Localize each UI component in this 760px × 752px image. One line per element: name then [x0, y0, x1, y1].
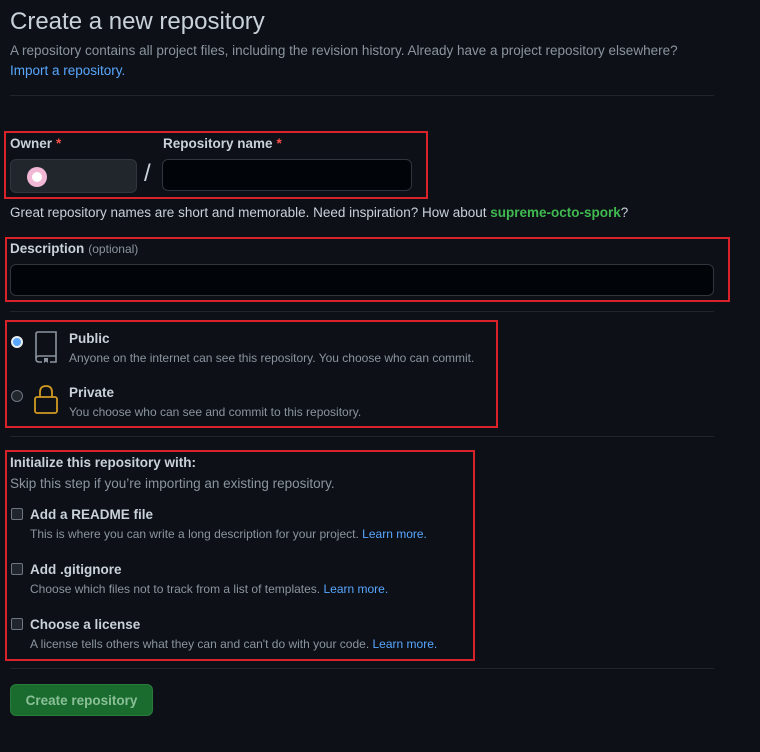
create-repository-button[interactable]: Create repository [10, 684, 153, 716]
page-header: Create a new repository A repository con… [10, 0, 714, 81]
divider [10, 311, 714, 312]
import-repository-link[interactable]: Import a repository. [10, 63, 125, 78]
annotation-box-description [5, 237, 730, 302]
annotation-box-initialize [5, 450, 475, 661]
page-title: Create a new repository [10, 8, 265, 35]
divider [10, 668, 714, 669]
repository-name-hint: Great repository names are short and mem… [10, 205, 629, 220]
annotation-box-visibility [5, 320, 498, 428]
divider [10, 95, 714, 96]
annotation-box-owner-repo [4, 131, 428, 199]
suggested-name-link[interactable]: supreme-octo-spork [490, 205, 621, 220]
page-subtitle-text: A repository contains all project files,… [10, 43, 678, 58]
page-subtitle: A repository contains all project files,… [10, 41, 714, 81]
divider [10, 436, 714, 437]
